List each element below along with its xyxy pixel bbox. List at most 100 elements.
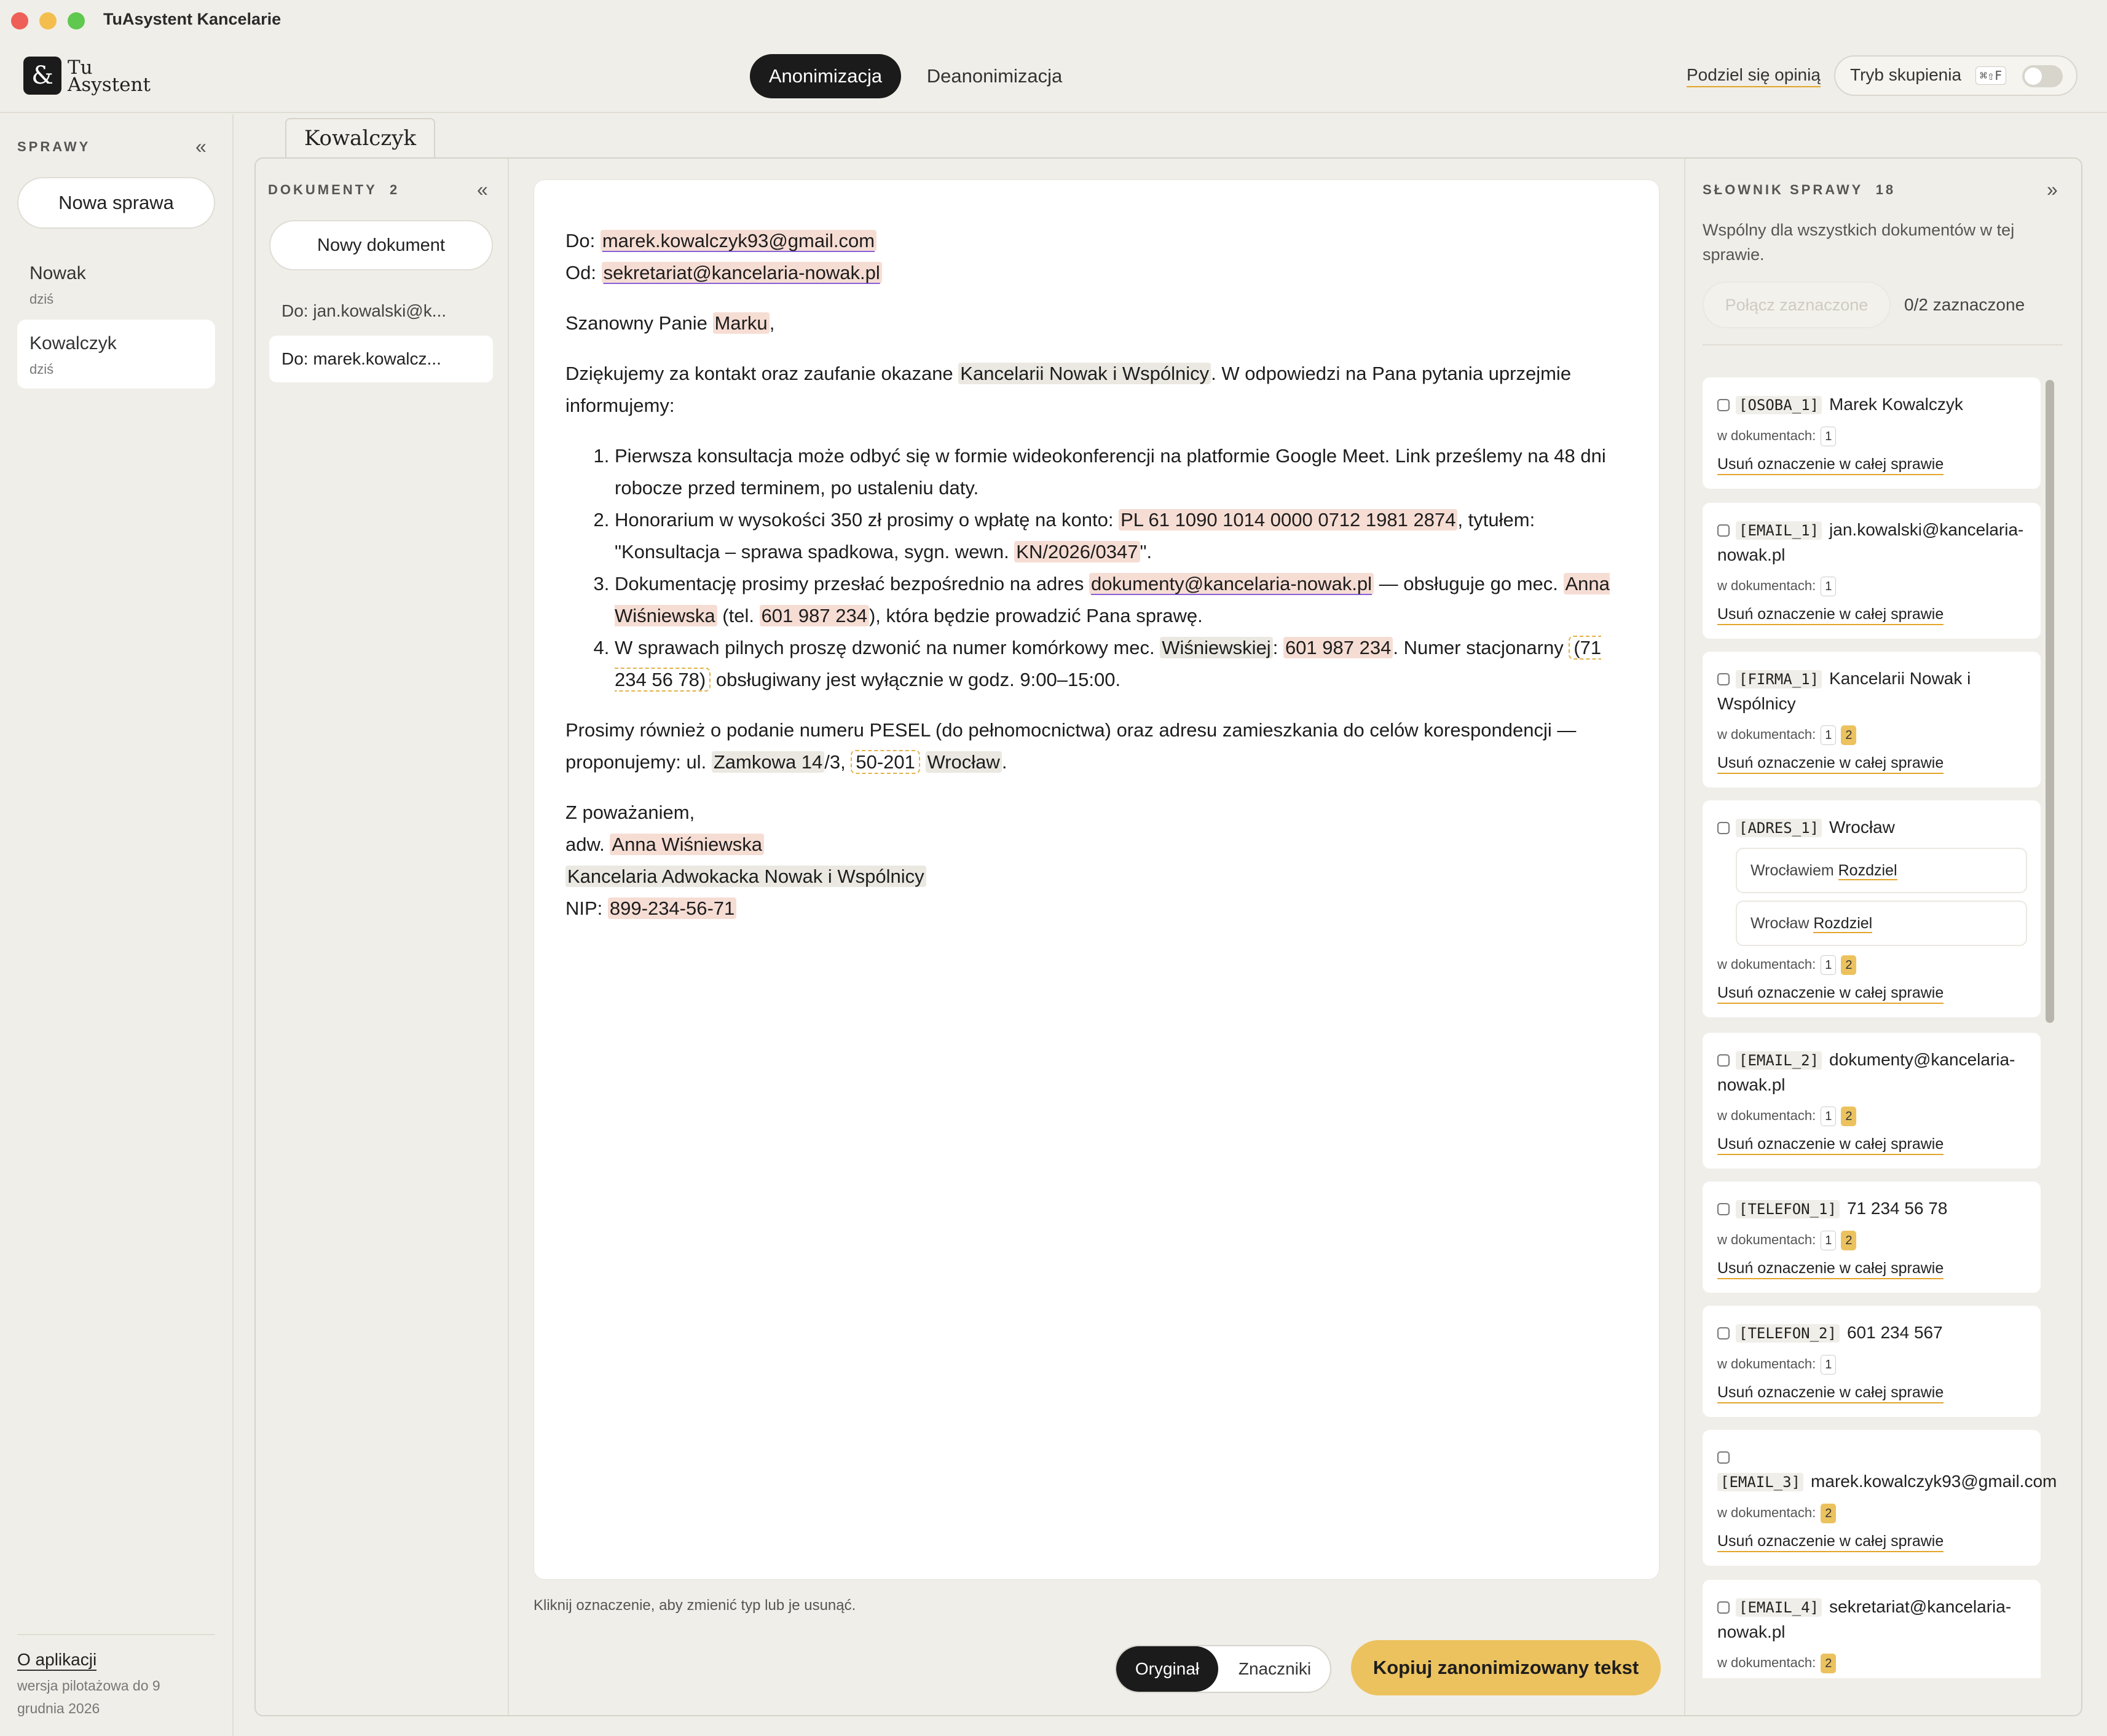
entry-checkbox[interactable] <box>1717 1327 1730 1339</box>
copy-anonymized-button[interactable]: Kopiuj zanonimizowany tekst <box>1351 1640 1661 1695</box>
entity-phone[interactable]: 601 987 234 <box>759 605 869 626</box>
new-document-button[interactable]: Nowy dokument <box>269 220 493 270</box>
from-label: Od: <box>565 262 602 283</box>
collapse-sidebar-icon[interactable]: « <box>195 135 207 158</box>
entity-address[interactable]: Zamkowa 14 <box>711 751 825 773</box>
about-link[interactable]: O aplikacji <box>17 1650 97 1671</box>
entity-phone[interactable]: 601 987 234 <box>1283 637 1393 658</box>
collapse-documents-icon[interactable]: « <box>477 178 488 201</box>
document-badge[interactable]: 1 <box>1821 427 1837 446</box>
view-original-button[interactable]: Oryginał <box>1116 1646 1218 1692</box>
view-tags-button[interactable]: Znaczniki <box>1219 1646 1330 1692</box>
entity-person[interactable]: Anna Wiśniewska <box>610 834 765 855</box>
case-tab-kowalczyk[interactable]: Kowalczyk <box>285 118 435 159</box>
entry-tag: [TELEFON_2] <box>1736 1324 1840 1343</box>
dictionary-entry[interactable]: [TELEFON_1] 71 234 56 78 w dokumentach: 1 2 U… <box>1703 1182 2041 1293</box>
case-item-nowak[interactable]: Nowak dziś <box>17 250 215 318</box>
entity-person[interactable]: Wiśniewskiej <box>1160 637 1273 658</box>
entity-email[interactable]: dokumenty@kancelaria-nowak.pl <box>1089 573 1374 594</box>
tab-deanonymization[interactable]: Deanonimizacja <box>915 54 1074 98</box>
entity-company[interactable]: Kancelaria Adwokacka Nowak i Wspólnicy <box>565 866 926 887</box>
remove-entry-link[interactable]: Usuń oznaczenie w całej sprawie <box>1717 983 1944 1004</box>
dictionary-entry[interactable]: [TELEFON_2] 601 234 567 w dokumentach: 1 Usu… <box>1703 1306 2041 1417</box>
entry-checkbox[interactable] <box>1717 822 1730 834</box>
dictionary-entry[interactable]: [OSOBA_1] Marek Kowalczyk w dokumentach: 1 U… <box>1703 377 2041 489</box>
case-item-kowalczyk[interactable]: Kowalczyk dziś <box>17 320 215 389</box>
entry-tag: [EMAIL_1] <box>1736 521 1822 540</box>
in-documents-label: w dokumentach: <box>1717 1232 1816 1247</box>
feedback-link[interactable]: Podziel się opinią <box>1687 65 1821 87</box>
entry-checkbox[interactable] <box>1717 673 1730 685</box>
entry-documents: w dokumentach: 1 <box>1717 574 2041 598</box>
new-case-button[interactable]: Nowa sprawa <box>17 177 215 229</box>
entry-checkbox[interactable] <box>1717 1054 1730 1067</box>
remove-entry-link[interactable]: Usuń oznaczenie w całej sprawie <box>1717 1258 1944 1279</box>
document-badge[interactable]: 1 <box>1821 1355 1837 1375</box>
entity-email[interactable]: sekretariat@kancelaria-nowak.pl <box>601 262 882 283</box>
document-badge[interactable]: 2 <box>1821 1654 1837 1673</box>
to-label: Do: <box>565 230 601 251</box>
text: ), która będzie prowadzić Pana sprawę. <box>868 605 1203 626</box>
minimize-window-button[interactable] <box>39 12 57 30</box>
merge-selected-button[interactable]: Połącz zaznaczone <box>1703 282 1891 328</box>
document-badge[interactable]: 1 <box>1821 725 1837 745</box>
document-badge[interactable]: 2 <box>1841 955 1857 975</box>
document-badge[interactable]: 1 <box>1821 1107 1837 1126</box>
entry-documents: w dokumentach: 1 2 <box>1717 952 2041 977</box>
document-badge[interactable]: 2 <box>1841 1231 1857 1250</box>
entity-company[interactable]: Kancelarii Nowak i Wspólnicy <box>958 363 1211 384</box>
entry-variant: Wrocławiem Rozdziel <box>1736 848 2027 893</box>
document-badge[interactable]: 2 <box>1841 1107 1857 1126</box>
dictionary-scrollbar[interactable] <box>2046 380 2054 1023</box>
entity-nip[interactable]: 899-234-56-71 <box>607 898 737 919</box>
dictionary-heading: SŁOWNIK SPRAWY 18 <box>1703 182 1896 198</box>
entry-value: marek.kowalczyk93@gmail.com <box>1811 1472 2057 1491</box>
case-name: Nowak <box>30 263 86 283</box>
entity-reference[interactable]: KN/2026/0347 <box>1014 541 1140 562</box>
document-badge[interactable]: 2 <box>1841 725 1857 745</box>
remove-entry-link[interactable]: Usuń oznaczenie w całej sprawie <box>1717 753 1944 774</box>
text: (tel. <box>717 605 760 626</box>
dictionary-entry[interactable]: [FIRMA_1] Kancelarii Nowak i Wspólnicy w d… <box>1703 652 2041 787</box>
dictionary-entry[interactable]: [EMAIL_2] dokumenty@kancelaria-nowak.pl w … <box>1703 1033 2041 1169</box>
maximize-window-button[interactable] <box>68 12 85 30</box>
document-badge[interactable]: 1 <box>1821 1231 1837 1250</box>
dictionary-list[interactable]: [OSOBA_1] Marek Kowalczyk w dokumentach: 1 U… <box>1703 366 2071 1678</box>
dictionary-entry[interactable]: [EMAIL_3] marek.kowalczyk93@gmail.com w do… <box>1703 1430 2057 1566</box>
tab-anonymization[interactable]: Anonimizacja <box>750 54 901 98</box>
entity-city[interactable]: Wrocław <box>925 751 1002 773</box>
dictionary-entry[interactable]: [EMAIL_1] jan.kowalski@kancelaria-nowak.p… <box>1703 503 2041 639</box>
entry-tag: [OSOBA_1] <box>1736 396 1822 414</box>
entity-person[interactable]: Marku <box>712 312 770 334</box>
info-list: Pierwsza konsultacja może odbyć się w fo… <box>615 440 1635 696</box>
dictionary-entry[interactable]: [ADRES_1] Wrocław Wrocławiem Rozdziel Wrocł… <box>1703 800 2041 1017</box>
text: W sprawach pilnych proszę dzwonić na num… <box>615 637 1160 658</box>
remove-entry-link[interactable]: Usuń oznaczenie w całej sprawie <box>1717 1383 1944 1403</box>
document-text[interactable]: Do: marek.kowalczyk93@gmail.com Od: sekr… <box>565 225 1635 943</box>
remove-entry-link[interactable]: Usuń oznaczenie w całej sprawie <box>1717 1134 1944 1155</box>
entry-checkbox[interactable] <box>1717 1203 1730 1215</box>
document-badge[interactable]: 2 <box>1821 1504 1837 1523</box>
dictionary-entry[interactable]: [EMAIL_4] sekretariat@kancelaria-nowak.pl… <box>1703 1580 2041 1678</box>
split-variant-button[interactable]: Rozdziel <box>1838 862 1897 880</box>
document-badge[interactable]: 1 <box>1821 955 1837 975</box>
entry-checkbox[interactable] <box>1717 1601 1730 1614</box>
entry-checkbox[interactable] <box>1717 1451 1730 1464</box>
document-item-selected[interactable]: Do: marek.kowalcz... <box>269 336 493 382</box>
list-item: Dokumentację prosimy przesłać bezpośredn… <box>615 568 1635 632</box>
text: Z poważaniem, <box>565 802 695 823</box>
entity-zip-suggested[interactable]: 50-201 <box>851 750 920 774</box>
document-item[interactable]: Do: jan.kowalski@k... <box>269 288 493 334</box>
entry-checkbox[interactable] <box>1717 524 1730 537</box>
entity-account[interactable]: PL 61 1090 1014 0000 0712 1981 2874 <box>1119 509 1458 531</box>
remove-entry-link[interactable]: Usuń oznaczenie w całej sprawie <box>1717 1531 1944 1552</box>
document-badge[interactable]: 1 <box>1821 577 1837 596</box>
split-variant-button[interactable]: Rozdziel <box>1813 915 1873 933</box>
entry-checkbox[interactable] <box>1717 399 1730 411</box>
divider <box>17 1634 215 1635</box>
close-window-button[interactable] <box>11 12 28 30</box>
remove-entry-link[interactable]: Usuń oznaczenie w całej sprawie <box>1717 454 1944 475</box>
expand-dictionary-icon[interactable]: » <box>2047 178 2058 201</box>
entity-email[interactable]: marek.kowalczyk93@gmail.com <box>600 230 877 251</box>
remove-entry-link[interactable]: Usuń oznaczenie w całej sprawie <box>1717 604 1944 625</box>
